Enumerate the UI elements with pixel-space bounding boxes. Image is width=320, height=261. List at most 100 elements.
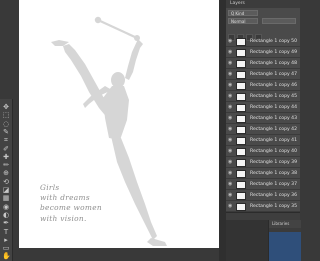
eyedropper-tool-icon[interactable]: ✐ (2, 145, 10, 153)
libraries-content (269, 232, 301, 261)
path-select-tool-icon[interactable]: ▸ (2, 236, 10, 244)
layer-name: Rectangle 1 copy 44 (250, 105, 298, 110)
layer-name: Rectangle 1 copy 39 (250, 160, 298, 165)
poem-text: Girls with dreams become women with visi… (40, 183, 102, 224)
layer-name: Rectangle 1 copy 41 (250, 138, 298, 143)
baton-stick (97, 19, 138, 39)
stamp-tool-icon[interactable]: ⊕ (2, 169, 10, 177)
layer-thumbnail (236, 169, 246, 178)
layer-name: Rectangle 1 copy 36 (250, 193, 298, 198)
opacity-field[interactable] (262, 18, 296, 24)
visibility-eye-icon[interactable]: ◉ (228, 160, 233, 165)
layer-thumbnail (236, 125, 246, 134)
pen-tool-icon[interactable]: ✒ (2, 219, 10, 227)
libraries-tab[interactable]: Libraries (269, 220, 301, 228)
poem-line: with vision. (40, 213, 87, 223)
quick-select-tool-icon[interactable]: ✎ (2, 128, 10, 136)
visibility-eye-icon[interactable]: ◉ (228, 193, 233, 198)
layer-thumbnail (236, 147, 246, 156)
healing-tool-icon[interactable]: ✚ (2, 153, 10, 161)
layer-thumbnail (236, 158, 246, 167)
brush-tool-icon[interactable]: ✏ (2, 161, 10, 169)
move-tool-icon[interactable]: ✥ (2, 103, 10, 111)
layer-row[interactable]: ◉ Rectangle 1 copy 45 (226, 91, 300, 102)
layer-row[interactable]: ◉ Rectangle 1 copy 38 (226, 168, 300, 179)
layer-row[interactable]: ◉ Rectangle 1 copy 40 (226, 146, 300, 157)
layer-name: Rectangle 1 copy 46 (250, 83, 298, 88)
layer-name: Rectangle 1 copy 45 (250, 94, 298, 99)
visibility-eye-icon[interactable]: ◉ (228, 127, 233, 132)
blend-mode-select[interactable]: Normal (228, 18, 258, 24)
layer-row[interactable]: ◉ Rectangle 1 copy 41 (226, 135, 300, 146)
shape-tool-icon[interactable]: ▭ (2, 244, 10, 252)
raised-leg (63, 44, 115, 120)
poem-line: become women (40, 203, 102, 213)
visibility-eye-icon[interactable]: ◉ (228, 204, 233, 209)
visibility-eye-icon[interactable]: ◉ (228, 116, 233, 121)
filter-kind-select[interactable]: Q Kind (228, 10, 258, 16)
layer-thumbnail (236, 92, 246, 101)
layer-thumbnail (236, 59, 246, 68)
layer-row[interactable]: ◉ Rectangle 1 copy 35 (226, 201, 300, 212)
lock-icons-row (228, 26, 264, 41)
layer-name: Rectangle 1 copy 40 (250, 149, 298, 154)
layer-row[interactable]: ◉ Rectangle 1 copy 39 (226, 157, 300, 168)
visibility-eye-icon[interactable]: ◉ (228, 105, 233, 110)
layer-name: Rectangle 1 copy 48 (250, 61, 298, 66)
layer-name: Rectangle 1 copy 35 (250, 204, 298, 209)
layer-thumbnail (236, 37, 246, 46)
standing-foot (147, 238, 167, 246)
layer-row[interactable]: ◉ Rectangle 1 copy 50 (226, 36, 300, 47)
layer-thumbnail (236, 70, 246, 79)
visibility-eye-icon[interactable]: ◉ (228, 138, 233, 143)
history-brush-tool-icon[interactable]: ⟲ (2, 178, 10, 186)
libraries-panel: Libraries (268, 220, 301, 261)
layers-panel: Layers Q Kind Normal ◉ Rectangle 1 copy 5… (226, 0, 300, 212)
hand-tool-icon[interactable]: ✋ (2, 252, 11, 260)
lasso-tool-icon[interactable]: ◌ (2, 120, 10, 128)
layer-row[interactable]: ◉ Rectangle 1 copy 36 (226, 190, 300, 201)
layer-name: Rectangle 1 copy 47 (250, 72, 298, 77)
layer-thumbnail (236, 114, 246, 123)
visibility-eye-icon[interactable]: ◉ (228, 83, 233, 88)
eraser-tool-icon[interactable]: ◪ (2, 186, 10, 194)
layer-row[interactable]: ◉ Rectangle 1 copy 44 (226, 102, 300, 113)
layer-row[interactable]: ◉ Rectangle 1 copy 47 (226, 69, 300, 80)
pasteboard (219, 0, 226, 261)
crop-tool-icon[interactable]: ⌗ (2, 136, 10, 144)
layer-thumbnail (236, 103, 246, 112)
layer-name: Rectangle 1 copy 50 (250, 39, 298, 44)
visibility-eye-icon[interactable]: ◉ (228, 72, 233, 77)
gradient-tool-icon[interactable]: ▦ (2, 194, 10, 202)
dodge-tool-icon[interactable]: ◐ (2, 211, 10, 219)
visibility-eye-icon[interactable]: ◉ (228, 39, 233, 44)
layer-thumbnail (236, 202, 246, 211)
head (111, 72, 125, 88)
visibility-eye-icon[interactable]: ◉ (228, 182, 233, 187)
visibility-eye-icon[interactable]: ◉ (228, 61, 233, 66)
layer-thumbnail (236, 191, 246, 200)
visibility-eye-icon[interactable]: ◉ (228, 94, 233, 99)
blur-tool-icon[interactable]: ◉ (2, 203, 10, 211)
layers-tab[interactable]: Layers (226, 0, 300, 8)
layer-thumbnail (236, 48, 246, 57)
raised-arm (125, 39, 143, 80)
standing-leg (111, 136, 157, 240)
layer-row[interactable]: ◉ Rectangle 1 copy 43 (226, 113, 300, 124)
poem-line: with dreams (40, 193, 90, 203)
layer-name: Rectangle 1 copy 38 (250, 171, 298, 176)
visibility-eye-icon[interactable]: ◉ (228, 149, 233, 154)
pasteboard-lower (226, 220, 268, 261)
layer-row[interactable]: ◉ Rectangle 1 copy 42 (226, 124, 300, 135)
visibility-eye-icon[interactable]: ◉ (228, 171, 233, 176)
layer-row[interactable]: ◉ Rectangle 1 copy 37 (226, 179, 300, 190)
layer-row[interactable]: ◉ Rectangle 1 copy 48 (226, 58, 300, 69)
layer-row[interactable]: ◉ Rectangle 1 copy 49 (226, 47, 300, 58)
layer-name: Rectangle 1 copy 42 (250, 127, 298, 132)
visibility-eye-icon[interactable]: ◉ (228, 50, 233, 55)
type-tool-icon[interactable]: T (2, 228, 10, 236)
document-canvas[interactable]: Girls with dreams become women with visi… (19, 0, 219, 248)
marquee-tool-icon[interactable]: ⬚ (2, 111, 10, 119)
poem-line: Girls (40, 183, 60, 192)
layer-row[interactable]: ◉ Rectangle 1 copy 46 (226, 80, 300, 91)
